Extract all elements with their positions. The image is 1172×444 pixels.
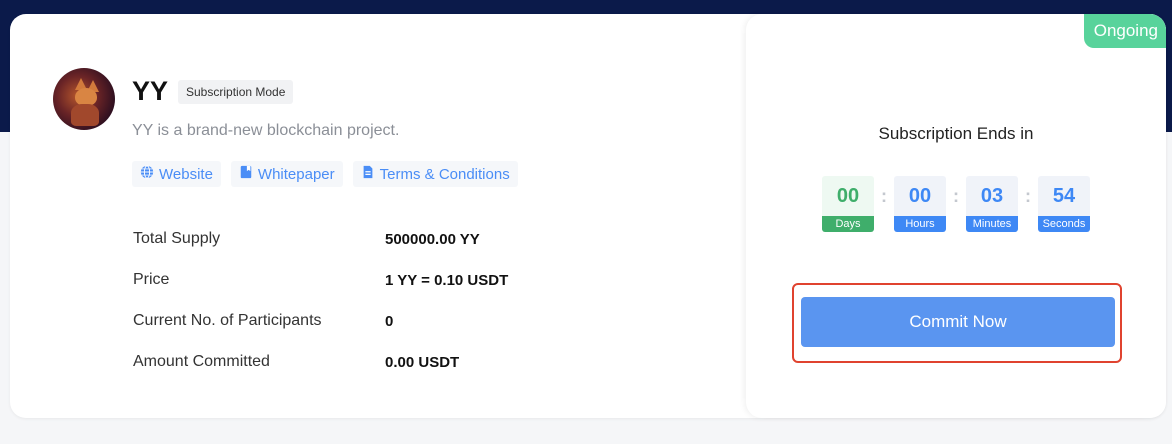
countdown-days-value: 00 xyxy=(822,176,874,216)
countdown-minutes-value: 03 xyxy=(966,176,1018,216)
countdown-hours-label: Hours xyxy=(894,216,946,232)
stat-label: Price xyxy=(133,271,170,288)
countdown-separator: : xyxy=(953,186,959,206)
countdown-hours: 00 Hours xyxy=(894,176,946,232)
status-badge: Ongoing xyxy=(1083,14,1166,48)
bookmark-icon xyxy=(239,165,253,183)
website-link-label: Website xyxy=(159,165,213,183)
stat-value: 0.00 USDT xyxy=(385,354,460,371)
project-links: Website Whitepaper Terms & Conditions xyxy=(132,161,518,187)
website-link[interactable]: Website xyxy=(132,161,221,187)
stat-label: Total Supply xyxy=(133,230,221,247)
project-avatar xyxy=(53,68,115,130)
stat-value: 500000.00 YY xyxy=(385,231,480,248)
countdown-separator: : xyxy=(881,186,887,206)
project-description: YY is a brand-new blockchain project. xyxy=(132,122,400,139)
whitepaper-link[interactable]: Whitepaper xyxy=(230,161,343,187)
countdown-minutes-label: Minutes xyxy=(966,216,1018,232)
countdown-separator: : xyxy=(1025,186,1031,206)
countdown-minutes: 03 Minutes xyxy=(966,176,1018,232)
stat-value: 1 YY = 0.10 USDT xyxy=(385,272,509,289)
countdown-seconds-value: 54 xyxy=(1038,176,1090,216)
terms-link-label: Terms & Conditions xyxy=(379,165,510,183)
countdown-hours-value: 00 xyxy=(894,176,946,216)
countdown-days: 00 Days xyxy=(822,176,874,232)
document-icon xyxy=(361,165,375,183)
project-name: YY xyxy=(132,76,169,106)
countdown-timer: 00 Days : 00 Hours : 03 Minutes : 54 Sec… xyxy=(822,176,1090,232)
commit-now-button[interactable]: Commit Now xyxy=(801,297,1115,347)
countdown-days-label: Days xyxy=(822,216,874,232)
countdown-seconds: 54 Seconds xyxy=(1038,176,1090,232)
subscription-panel: Ongoing Subscription Ends in 00 Days : 0… xyxy=(746,14,1166,418)
commit-highlight-box: Commit Now xyxy=(792,283,1122,363)
globe-icon xyxy=(140,165,154,183)
stat-label: Current No. of Participants xyxy=(133,312,322,329)
countdown-title: Subscription Ends in xyxy=(878,124,1034,143)
whitepaper-link-label: Whitepaper xyxy=(257,165,335,183)
stat-label: Amount Committed xyxy=(133,353,270,370)
terms-link[interactable]: Terms & Conditions xyxy=(352,161,518,187)
countdown-seconds-label: Seconds xyxy=(1038,216,1090,232)
stat-value: 0 xyxy=(385,313,394,330)
mode-badge: Subscription Mode xyxy=(178,80,294,104)
